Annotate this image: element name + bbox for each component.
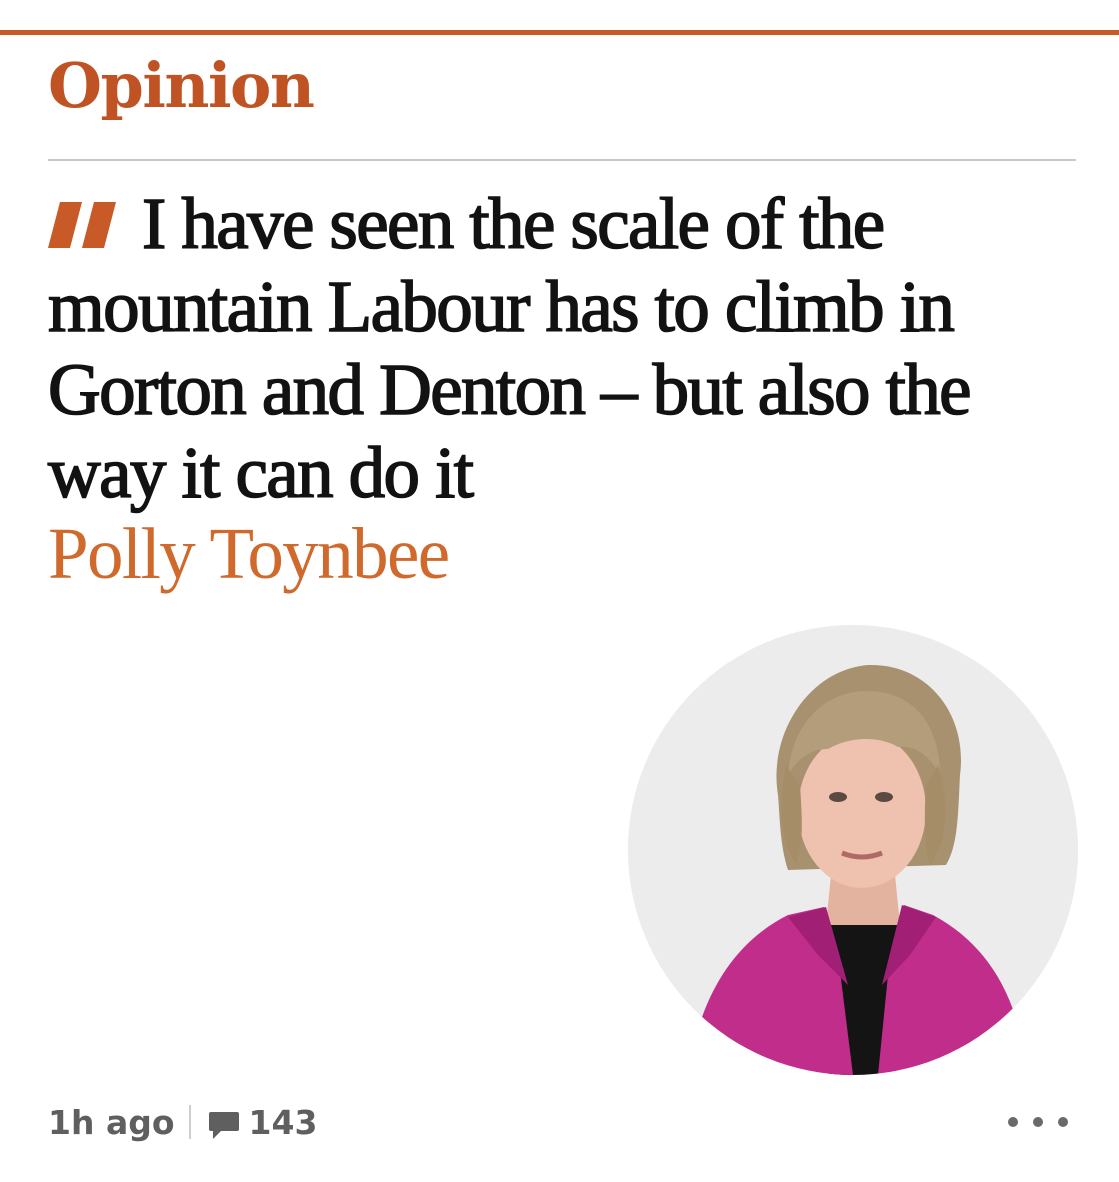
headline-text: I have seen the scale of the mountain La… bbox=[47, 182, 972, 514]
more-options-icon[interactable] bbox=[1008, 1108, 1068, 1136]
section-label[interactable]: Opinion bbox=[48, 46, 315, 126]
quote-mark-icon bbox=[48, 202, 124, 248]
comment-bubble-icon[interactable] bbox=[207, 1108, 241, 1142]
article-meta: 1h ago 143 bbox=[48, 1098, 317, 1146]
timestamp: 1h ago bbox=[48, 1102, 175, 1142]
author-byline[interactable]: Polly Toynbee bbox=[48, 512, 450, 595]
more-dot bbox=[1033, 1117, 1043, 1127]
author-avatar bbox=[628, 625, 1078, 1075]
comment-count[interactable]: 143 bbox=[249, 1103, 318, 1142]
more-dot bbox=[1008, 1117, 1018, 1127]
section-divider bbox=[48, 159, 1076, 161]
more-dot bbox=[1058, 1117, 1068, 1127]
meta-separator bbox=[188, 1105, 191, 1139]
author-portrait bbox=[628, 625, 1078, 1075]
headline[interactable]: I have seen the scale of the mountain La… bbox=[47, 182, 1078, 514]
section-top-rule bbox=[0, 30, 1119, 35]
